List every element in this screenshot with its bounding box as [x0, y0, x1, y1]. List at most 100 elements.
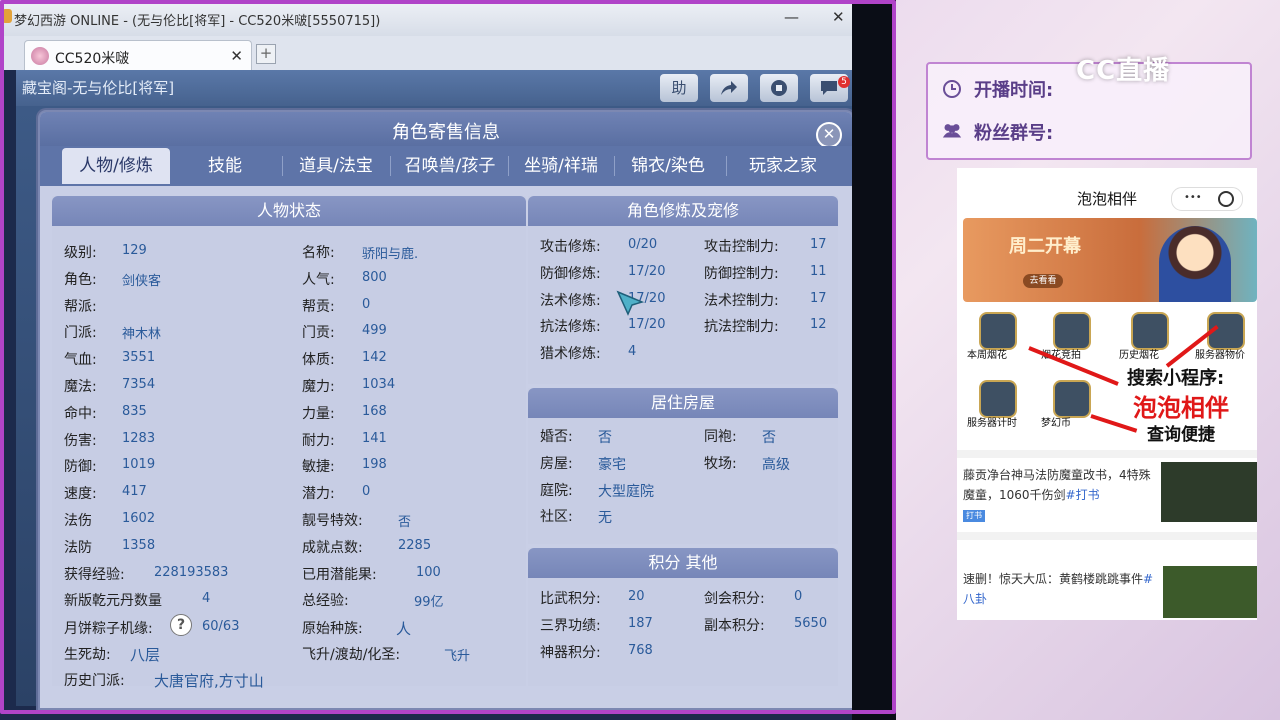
stat-label: 人气:	[302, 271, 335, 288]
feature-icon[interactable]	[1053, 380, 1091, 418]
stat-value: 1019	[122, 457, 156, 473]
dialog-title: 角色寄售信息	[392, 122, 500, 143]
ascend-label: 飞升/渡劫/化圣:	[302, 647, 401, 663]
feature-icon[interactable]	[1053, 312, 1091, 350]
tab-label: CC520米啵	[55, 51, 130, 67]
points-label: 副本积分:	[704, 617, 765, 634]
news-item[interactable]: 藤贡净台神马法防魔童改书，4特殊魔童，1060千伤剑#打书	[963, 464, 1153, 504]
close-circle-icon	[1218, 191, 1234, 207]
news-thumbnail	[1163, 566, 1257, 618]
stat-value: 剑侠客	[122, 273, 162, 289]
tab-0[interactable]: 人物/修炼	[62, 148, 170, 184]
stat-label: 靓号特效:	[302, 513, 363, 529]
feature-icon[interactable]	[979, 380, 1017, 418]
stat-value: 168	[362, 403, 387, 419]
new-tab-button[interactable]: +	[256, 44, 276, 64]
tab-3[interactable]: 召唤兽/孩子	[392, 148, 508, 184]
arrow-icon	[1090, 414, 1138, 433]
stop-button[interactable]	[760, 74, 798, 102]
tab-2[interactable]: 道具/法宝	[284, 148, 388, 184]
tab-close-icon[interactable]: ✕	[230, 47, 243, 65]
life-value: 八层	[130, 646, 161, 664]
stat-value: 1034	[362, 377, 396, 392]
news-text: 藤贡净台神马法防魔童改书，4特殊魔童，1060千伤剑	[963, 468, 1151, 502]
fan-group-label: 粉丝群号:	[974, 123, 1054, 144]
cultivation-label: 抗法控制力:	[704, 319, 779, 336]
feature-label: 历史烟花	[1119, 350, 1159, 361]
game-window: 梦幻西游 ONLINE - (无与伦比[将军] - CC520米啵[555071…	[0, 0, 896, 720]
stat-value: 1358	[122, 537, 156, 553]
points-label: 剑会积分:	[704, 591, 765, 607]
stat-value: 否	[398, 515, 412, 530]
stop-icon	[771, 80, 787, 96]
housing-value: 大型庭院	[598, 483, 654, 500]
cultivation-label: 攻击控制力:	[704, 239, 779, 255]
cursor-icon	[616, 290, 645, 316]
window-titlebar: 梦幻西游 ONLINE - (无与伦比[将军] - CC520米啵[555071…	[0, 0, 860, 36]
stat-value: 198	[362, 457, 387, 473]
stat-value: 1602	[122, 511, 156, 526]
feature-icon[interactable]	[979, 312, 1017, 350]
stat-value: 129	[122, 243, 147, 258]
help-button[interactable]: 助	[660, 74, 698, 102]
browser-tab[interactable]: CC520米啵 ✕	[24, 40, 252, 71]
minimize-button[interactable]: —	[784, 8, 799, 26]
potential-value: 100	[416, 565, 441, 580]
news-tag[interactable]: #打书	[1066, 488, 1100, 502]
stat-value: 499	[362, 323, 387, 339]
tab-6[interactable]: 玩家之家	[728, 148, 838, 184]
dialog-close-button[interactable]: ✕	[816, 122, 842, 148]
game-bar-title: 藏宝阁-无与伦比[将军]	[22, 79, 175, 97]
stat-value: 7354	[122, 377, 156, 392]
browser-tabstrip: CC520米啵 ✕ +	[0, 36, 860, 71]
stat-value: 142	[362, 350, 387, 366]
history-value: 大唐官府,方寸山	[154, 672, 264, 690]
tab-1[interactable]: 技能	[180, 148, 270, 184]
mini-program-banner[interactable]: 周二开幕 去看看	[963, 218, 1257, 302]
housing-label: 房屋:	[540, 455, 573, 472]
tab-4[interactable]: 坐骑/祥瑞	[510, 148, 612, 184]
clock-icon	[943, 80, 961, 98]
potential-label: 已用潜能果:	[302, 567, 377, 583]
cultivation-value: 0/20	[628, 237, 658, 252]
exp-value: 228193583	[154, 565, 229, 580]
stat-label: 帮派:	[64, 298, 97, 315]
tab-separator	[282, 156, 283, 176]
banner-button[interactable]: 去看看	[1023, 274, 1063, 288]
stat-label: 法防	[64, 539, 92, 556]
housing-label: 牧场:	[704, 455, 737, 472]
stat-label: 伤害:	[64, 432, 97, 449]
stat-label: 体质:	[302, 352, 335, 369]
cc-live-logo: CC直播	[1076, 56, 1171, 86]
feature-icon[interactable]	[1131, 312, 1169, 350]
points-value: 20	[628, 589, 645, 604]
promo-line-3: 查询便捷	[1147, 425, 1215, 445]
status-panel: 人物状态 级别: 129 角色: 剑侠客 帮派: 门派: 神木林 气血: 3551 魔法: 7354…	[52, 196, 526, 690]
points-value: 187	[628, 615, 653, 631]
cultivation-label: 防御修炼:	[540, 265, 601, 282]
game-toolbar: 藏宝阁-无与伦比[将军] 助	[16, 70, 852, 106]
points-panel: 积分 其他 比武积分: 20 剑会积分: 0 三界功绩: 187 副本积分: 5650 神器积分…	[528, 548, 838, 686]
help-icon[interactable]: ?	[170, 614, 192, 636]
stat-value: 417	[122, 484, 147, 500]
mini-program-menu-button[interactable]: •••	[1171, 187, 1243, 211]
housing-label: 婚否:	[540, 429, 573, 445]
news-item[interactable]: 速删！惊天大瓜：黄鹤楼跳跳事件#八卦	[963, 568, 1163, 608]
news-text: 速删！惊天大瓜：黄鹤楼跳跳事件	[963, 572, 1144, 586]
news-thumbnail	[1161, 462, 1257, 522]
share-button[interactable]	[710, 74, 748, 102]
stat-label: 防御:	[64, 459, 97, 476]
housing-label: 同袍:	[704, 429, 737, 445]
tab-5[interactable]: 锦衣/染色	[616, 148, 720, 184]
cultivation-value: 17	[810, 237, 827, 252]
divider	[957, 450, 1257, 458]
stat-label: 魔法:	[64, 379, 97, 395]
housing-value: 高级	[762, 456, 790, 473]
feature-label: 本周烟花	[967, 350, 1007, 361]
mooncake-value: 60/63	[202, 619, 240, 634]
race-label: 原始种族:	[302, 621, 363, 637]
close-window-button[interactable]: ✕	[832, 8, 845, 26]
stat-label: 力量:	[302, 405, 335, 422]
stat-label: 命中:	[64, 405, 97, 422]
housing-header: 居住房屋	[528, 388, 838, 418]
